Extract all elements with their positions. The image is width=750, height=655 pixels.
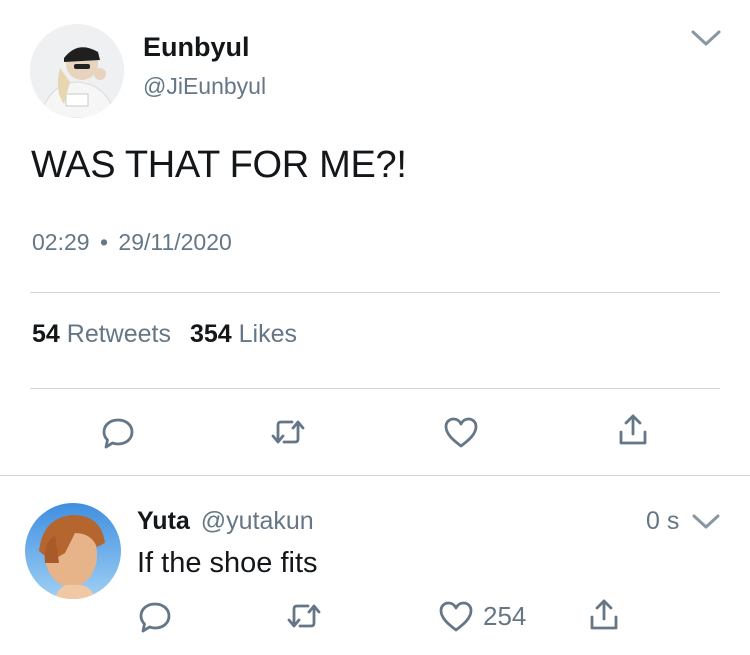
reply-time: 0 s [646,507,680,535]
tweet-author-handle[interactable]: @JiEunbyul [143,73,266,99]
tweet-stats: 54 Retweets 354 Likes [32,320,297,348]
reply-icon[interactable] [137,598,173,634]
retweet-label: Retweets [66,320,171,348]
tweet-date: 29/11/2020 [118,229,232,255]
like-icon[interactable] [443,415,479,449]
like-stat[interactable]: 354 Likes [190,320,297,348]
like-count: 354 [189,320,232,348]
tweet-text: WAS THAT FOR ME?! [31,144,407,186]
chevron-down-icon[interactable] [690,28,722,48]
reply-author[interactable]: Yuta @yutakun [137,507,314,535]
tweet-time: 02:29 [32,229,90,255]
tweet-timestamp[interactable]: 02:29 • 29/11/2020 [32,229,232,255]
divider [30,292,720,293]
divider [30,388,720,389]
reply-author-name: Yuta [137,507,190,535]
reply-author-handle: @yutakun [200,507,314,535]
tweet-author-avatar[interactable] [30,24,124,118]
reply-icon[interactable] [100,414,136,450]
retweet-icon[interactable] [270,416,306,448]
chevron-down-icon[interactable] [691,512,721,532]
retweet-count: 54 [32,320,60,348]
share-icon[interactable] [617,412,649,448]
tweet-author-name[interactable]: Eunbyul [143,32,250,62]
reply-author-avatar[interactable] [25,503,121,599]
reply-text: If the shoe fits [137,547,318,579]
retweet-stat[interactable]: 54 Retweets [32,320,178,348]
share-icon[interactable] [588,597,620,633]
like-label: Likes [238,320,297,348]
divider [0,475,750,476]
retweet-icon[interactable] [286,600,322,632]
reply-like-count: 254 [483,601,527,631]
timestamp-separator: • [99,229,109,255]
like-icon[interactable] [438,599,474,633]
